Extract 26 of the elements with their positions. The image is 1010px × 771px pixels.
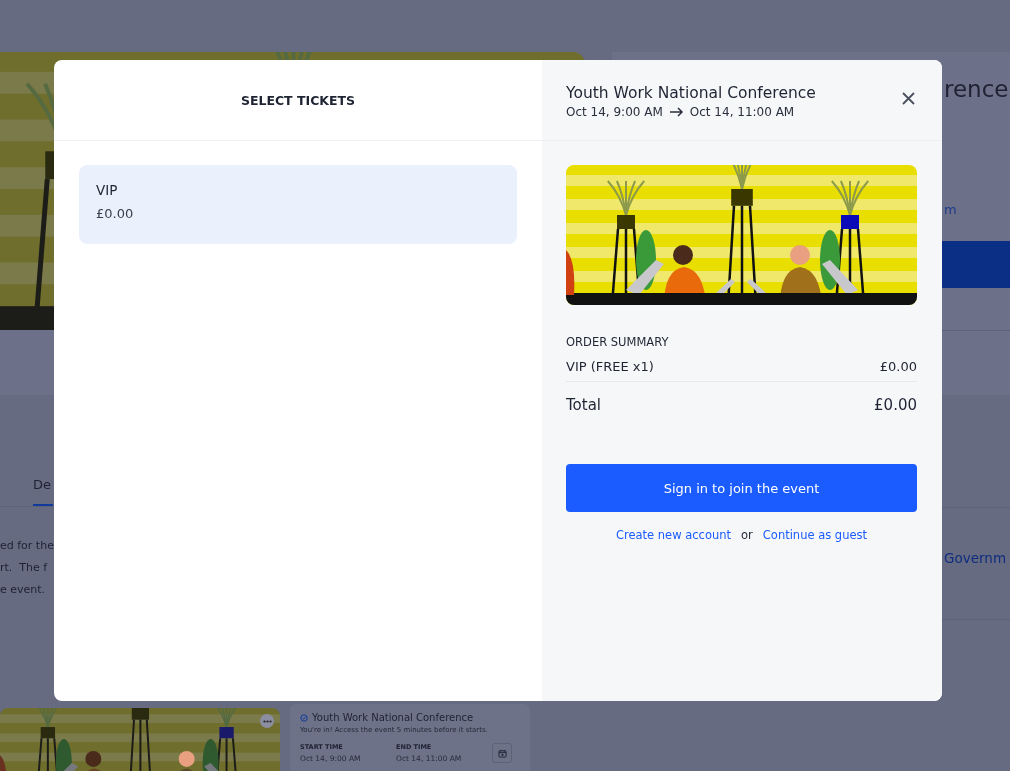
total-label: Total <box>566 396 602 414</box>
line-item-amount: £0.00 <box>879 359 917 374</box>
total-amount: £0.00 <box>874 396 917 414</box>
end-date: Oct 14, 11:00 AM <box>689 105 795 119</box>
separator-text: or <box>741 528 753 542</box>
event-title: rence <box>944 76 1010 102</box>
event-title: Youth Work National Conference <box>312 712 474 723</box>
description-text: e event. <box>0 582 47 598</box>
calendar-button[interactable] <box>492 743 512 763</box>
ticket-price: £0.00 <box>96 206 135 221</box>
order-summary-heading: ORDER SUMMARY <box>566 335 670 349</box>
sign-in-button[interactable]: Sign in to join the event <box>566 464 917 512</box>
organizer-name: Governm <box>944 550 1007 566</box>
dialog-heading: SELECT TICKETS <box>240 92 356 108</box>
calendar-icon <box>497 748 507 758</box>
arrow-right-icon <box>668 107 684 117</box>
description-text: rt. The f <box>0 560 49 576</box>
line-item-label: VIP (FREE x1) <box>566 359 654 374</box>
event-title: Youth Work National Conference <box>566 84 816 102</box>
ticket-option[interactable]: VIP £0.00 <box>79 165 517 244</box>
description-text: ed for the <box>0 538 55 554</box>
guest-link[interactable]: Continue as guest <box>762 528 868 542</box>
create-account-link[interactable]: Create new account <box>615 528 732 542</box>
start-date: Oct 14, 9:00 AM <box>566 105 663 119</box>
check-circle-icon <box>300 713 308 722</box>
ticket-name: VIP <box>96 182 119 198</box>
